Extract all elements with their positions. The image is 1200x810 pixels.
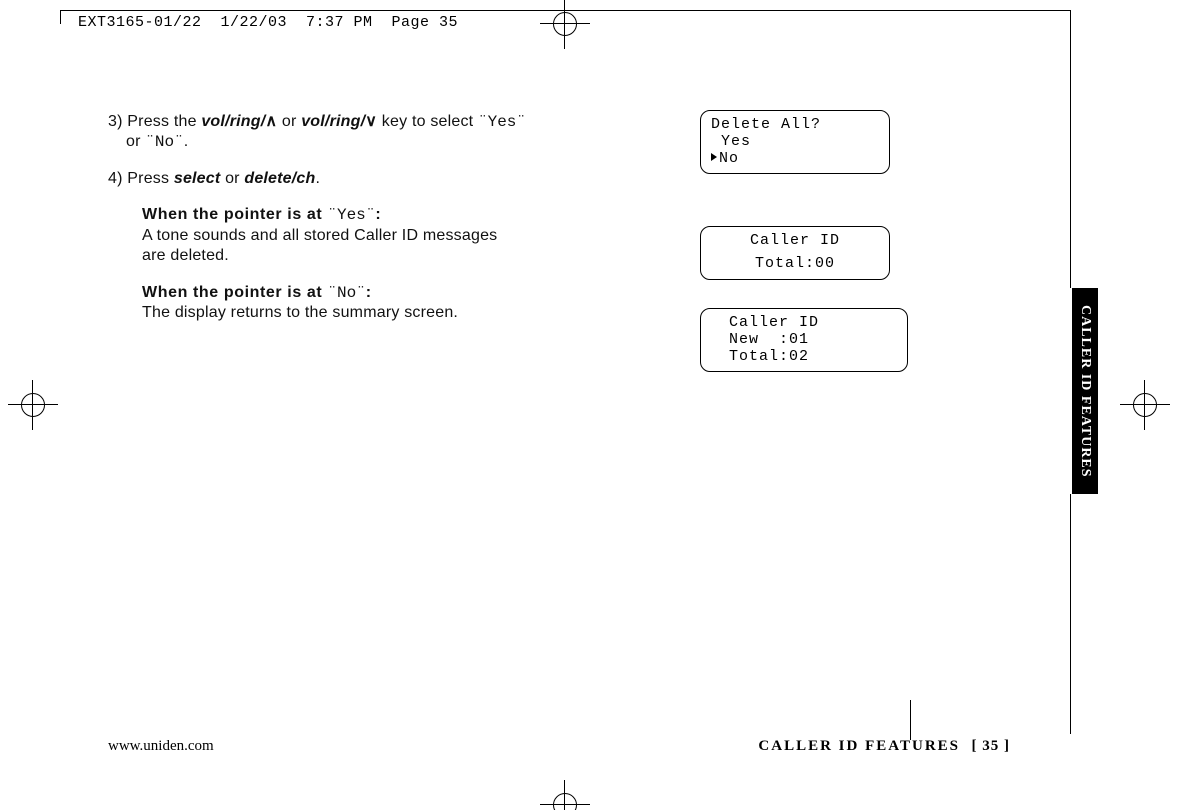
- lcd-text: ¨Yes¨: [478, 113, 526, 131]
- printer-frame-right: [1070, 10, 1071, 288]
- lcd-text: ¨No¨: [327, 284, 365, 302]
- up-caret-icon: ∧: [265, 113, 277, 130]
- down-caret-icon: ∨: [365, 113, 377, 130]
- printer-frame-bottom-tick: [910, 700, 911, 740]
- text: or: [277, 113, 301, 130]
- print-slug: EXT3165-01/22 1/22/03 7:37 PM Page 35: [78, 14, 458, 31]
- text: A tone sounds and all stored Caller ID m…: [142, 227, 497, 244]
- step-number: 3): [108, 113, 123, 130]
- footer-url: www.uniden.com: [108, 738, 214, 755]
- lcd-line: Caller ID: [729, 314, 819, 331]
- printer-frame-left-tick: [60, 10, 61, 24]
- instruction-body: 3) Press the vol/ring/∧ or vol/ring/∨ ke…: [108, 112, 628, 340]
- step-3: 3) Press the vol/ring/∧ or vol/ring/∨ ke…: [108, 112, 628, 153]
- footer-section: CALLER ID FEATURES [ 35 ]: [758, 738, 1010, 755]
- step-4: 4) Press select or delete/ch.: [108, 169, 628, 189]
- page-number: [ 35 ]: [972, 738, 1011, 754]
- lcd-line: Caller ID: [711, 233, 879, 250]
- subheading: When the pointer is at: [142, 284, 327, 301]
- subheading: :: [366, 284, 372, 301]
- step-number: 4): [108, 170, 123, 187]
- text: key to select: [377, 113, 478, 130]
- pointer-icon: [711, 153, 717, 161]
- key-label: select: [174, 170, 221, 187]
- subheading: :: [375, 206, 381, 223]
- text: are deleted.: [142, 247, 229, 264]
- lcd-text: ¨No¨: [145, 133, 183, 151]
- text: .: [316, 170, 321, 187]
- lcd-caller-id-summary: Caller ID New :01 Total:02: [700, 308, 908, 372]
- key-label: delete/ch: [244, 170, 315, 187]
- lcd-delete-all: Delete All? Yes No: [700, 110, 890, 174]
- lcd-line: Total:02: [729, 348, 809, 365]
- no-case: When the pointer is at ¨No¨: The display…: [108, 283, 628, 324]
- text: The display returns to the summary scree…: [142, 304, 458, 321]
- printer-frame-right: [1070, 494, 1071, 734]
- lcd-line: Total:00: [711, 256, 879, 273]
- registration-mark-icon: [8, 380, 58, 430]
- footer-section-name: CALLER ID FEATURES: [758, 738, 960, 754]
- key-label: vol/ring/: [201, 113, 265, 130]
- key-label: vol/ring/: [301, 113, 365, 130]
- section-tab: CALLER ID FEATURES: [1072, 288, 1098, 494]
- text: Press: [127, 170, 174, 187]
- yes-case: When the pointer is at ¨Yes¨: A tone sou…: [108, 205, 628, 266]
- subheading: When the pointer is at: [142, 206, 327, 223]
- registration-mark-icon: [1120, 380, 1170, 430]
- registration-mark-icon: [540, 0, 590, 49]
- lcd-line: No: [719, 150, 739, 167]
- registration-mark-icon: [540, 780, 590, 810]
- lcd-line: Delete All?: [711, 116, 821, 133]
- text: or: [108, 133, 145, 150]
- text: or: [220, 170, 244, 187]
- lcd-line: New :01: [729, 331, 809, 348]
- lcd-line: Yes: [711, 133, 751, 150]
- lcd-caller-id-empty: Caller ID Total:00: [700, 226, 890, 280]
- text: .: [184, 133, 189, 150]
- text: Press the: [127, 113, 201, 130]
- lcd-text: ¨Yes¨: [327, 206, 375, 224]
